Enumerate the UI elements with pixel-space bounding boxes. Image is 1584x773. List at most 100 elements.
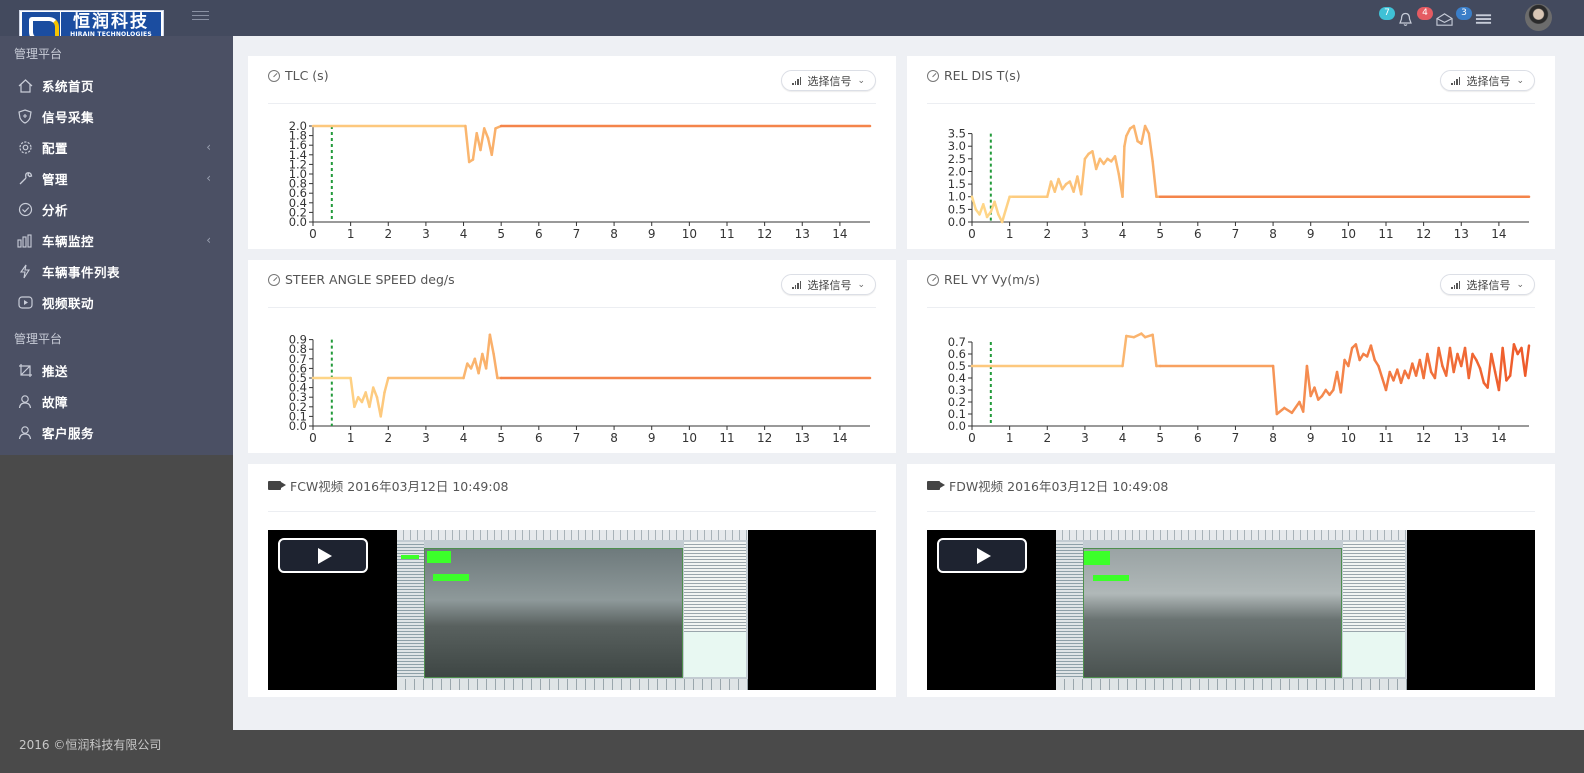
play-button[interactable] — [278, 538, 368, 573]
series-line-segment — [982, 203, 989, 219]
y-tick-label: 2.0 — [948, 164, 966, 178]
logo-name-cn: 恒润科技 — [73, 11, 149, 32]
series-line-segment — [1369, 344, 1376, 362]
chart-panel-rel-dis: REL DIS T(s) 选择信号 ⌄ 0 1 2 3 4 5 6 7 8 9 10 11 12 13 14 0… — [907, 56, 1555, 249]
logo-mark-icon — [22, 12, 60, 42]
x-tick-label: 9 — [648, 431, 656, 445]
x-tick-label: 2 — [384, 227, 392, 241]
notification-badge: 7 — [1379, 7, 1395, 20]
x-tick-label: 5 — [1156, 227, 1164, 241]
x-tick-label: 2 — [384, 431, 392, 445]
series-line-segment — [1113, 155, 1121, 176]
series-line-segment — [1125, 127, 1132, 138]
video-player-fdw[interactable] — [927, 530, 1535, 690]
x-tick-label: 14 — [1491, 431, 1506, 445]
steer-angle-line-chart: 0 1 2 3 4 5 6 7 8 9 10 11 12 13 140.00.10.20.30.40.50.… — [289, 333, 872, 445]
series-line-segment — [488, 333, 495, 356]
series-line-segment — [1151, 160, 1158, 198]
y-tick-label: 0.5 — [948, 359, 966, 373]
message-badge: 3 — [1456, 7, 1472, 20]
series-line-segment — [462, 362, 469, 380]
x-tick-label: 0 — [309, 227, 317, 241]
series-line-segment — [383, 376, 390, 394]
series-line-segment — [1437, 346, 1444, 368]
series-line-segment — [1399, 369, 1407, 385]
y-tick-label: 0.0 — [948, 215, 966, 229]
sidebar-section-title-2: 管理平台 — [14, 332, 63, 346]
hamburger-menu-icon[interactable] — [192, 11, 209, 23]
series-line-segment — [1091, 150, 1098, 171]
series-line-segment — [970, 195, 978, 211]
x-tick-label: 12 — [757, 227, 772, 241]
sidebar-item-config[interactable]: 配置 ‹ — [0, 132, 233, 163]
sidebar-item-video-link[interactable]: 视频联动 — [0, 287, 233, 318]
x-tick-label: 11 — [719, 431, 734, 445]
video-camera-icon — [268, 481, 286, 490]
series-line-segment — [1448, 346, 1455, 374]
sidebar-item-push[interactable]: 推送 — [0, 355, 233, 386]
sidebar-section-title: 管理平台 — [14, 47, 63, 61]
envelope-icon[interactable] — [1436, 12, 1453, 27]
x-tick-label: 13 — [1454, 227, 1469, 241]
sidebar-item-home[interactable]: 系统首页 — [0, 70, 233, 101]
x-tick-label: 6 — [535, 431, 543, 445]
x-tick-label: 1 — [1006, 431, 1014, 445]
video-player-fcw[interactable] — [268, 530, 876, 690]
video-frame — [1056, 530, 1407, 690]
series-line-segment — [379, 391, 386, 418]
series-line-segment — [1151, 333, 1158, 368]
video-panel-fdw: FDW视频 2016年03月12日 10:49:08 — [907, 464, 1555, 697]
y-tick-label: 0.6 — [948, 347, 966, 361]
y-tick-label: 2.5 — [948, 152, 966, 166]
x-tick-label: 5 — [497, 431, 505, 445]
x-tick-label: 8 — [1269, 227, 1277, 241]
y-tick-label: 0.0 — [948, 419, 966, 433]
series-line-segment — [1140, 124, 1147, 145]
series-line-segment — [1079, 157, 1087, 196]
bell-icon[interactable] — [1397, 12, 1414, 27]
y-tick-label: 1.0 — [948, 190, 966, 204]
x-tick-label: 3 — [1081, 227, 1089, 241]
sidebar-item-signal-collection[interactable]: 信号采集 — [0, 101, 233, 132]
series-line-segment — [353, 395, 360, 409]
x-tick-label: 7 — [573, 227, 581, 241]
wrench-icon — [17, 171, 33, 187]
series-line-segment — [1143, 124, 1151, 135]
y-tick-label: 3.5 — [948, 127, 966, 141]
series-line-segment — [1004, 195, 1011, 211]
shield-icon — [17, 109, 33, 125]
chevron-left-icon: ‹ — [206, 233, 211, 247]
x-tick-label: 7 — [1232, 431, 1240, 445]
y-tick-label: 0.1 — [948, 407, 966, 421]
sidebar-item-analysis[interactable]: 分析 — [0, 194, 233, 225]
chart-panel-tlc: TLC (s) 选择信号 ⌄ 0 1 2 3 4 5 6 7 8 9 10 11 12 13 14 0.0 0.2… — [248, 56, 896, 249]
x-tick-label: 8 — [610, 227, 618, 241]
series-line-segment — [479, 127, 486, 152]
series-line-segment — [1433, 346, 1440, 380]
series-line-segment — [1132, 332, 1143, 339]
list-icon[interactable] — [1475, 12, 1492, 27]
x-tick-label: 9 — [1307, 227, 1315, 241]
sidebar-item-vehicle-events[interactable]: 车辆事件列表 — [0, 256, 233, 287]
user-avatar[interactable] — [1525, 4, 1552, 31]
y-tick-label: 2.0 — [289, 119, 307, 133]
play-button[interactable] — [937, 538, 1027, 573]
y-tick-label: 0.4 — [948, 371, 966, 385]
crop-icon — [17, 363, 33, 379]
series-line-segment — [993, 200, 1000, 216]
series-line-segment — [490, 127, 497, 157]
series-line-segment — [1283, 406, 1294, 415]
sidebar-item-fault[interactable]: 故障 — [0, 386, 233, 417]
tlc-line-chart: 0 1 2 3 4 5 6 7 8 9 10 11 12 13 140.00.20.40.60.81.01.… — [289, 119, 872, 241]
chevron-left-icon: ‹ — [206, 171, 211, 185]
sidebar-item-manage[interactable]: 管理 ‹ — [0, 163, 233, 194]
x-tick-label: 11 — [1378, 227, 1393, 241]
series-line-segment — [464, 124, 471, 164]
video-frame — [397, 530, 748, 690]
x-tick-label: 12 — [1416, 227, 1431, 241]
series-line-segment — [1354, 343, 1361, 362]
x-tick-label: 6 — [1194, 227, 1202, 241]
series-line-segment — [1147, 132, 1154, 163]
sidebar-item-customer-service[interactable]: 客户服务 — [0, 417, 233, 448]
sidebar-item-vehicle-monitor[interactable]: 车辆监控 ‹ — [0, 225, 233, 256]
